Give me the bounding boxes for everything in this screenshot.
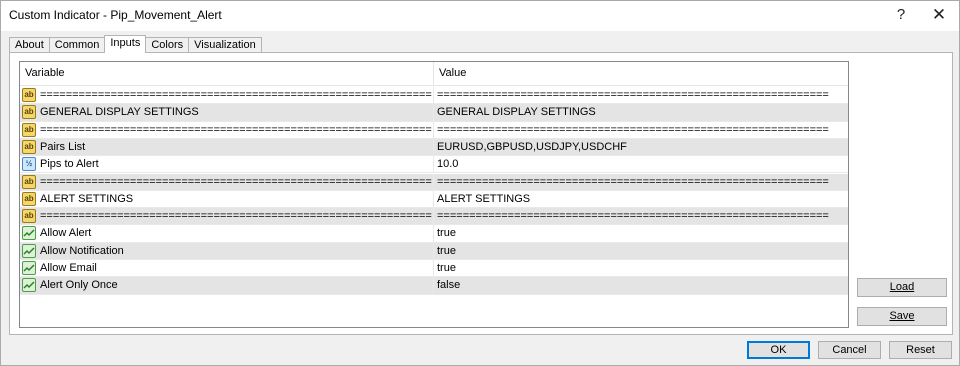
table-row[interactable]: Allow Notification true: [20, 242, 848, 260]
double-type-icon: ½: [22, 157, 36, 172]
table-row[interactable]: Allow Alert true: [20, 225, 848, 243]
variable-name: Allow Notification: [40, 244, 124, 257]
value-field[interactable]: ALERT SETTINGS: [437, 191, 847, 208]
variable-name: Allow Email: [40, 262, 97, 274]
value-field[interactable]: EURUSD,GBPUSD,USDJPY,USDCHF: [437, 139, 847, 156]
inputs-panel: Variable Value ab =======================…: [9, 52, 953, 335]
value-field[interactable]: ========================================…: [437, 87, 847, 104]
window-title: Custom Indicator - Pip_Movement_Alert: [9, 8, 222, 22]
column-divider: [433, 242, 434, 259]
variable-name: Pips to Alert: [40, 158, 99, 171]
load-label: Load: [889, 281, 915, 293]
column-divider: [433, 277, 434, 294]
indicator-dialog: Custom Indicator - Pip_Movement_Alert ? …: [0, 0, 960, 366]
column-divider: [433, 138, 434, 156]
load-button[interactable]: Load: [857, 278, 947, 297]
tab-about[interactable]: About: [9, 37, 50, 53]
value-field[interactable]: ========================================…: [437, 174, 847, 191]
value-field[interactable]: true: [437, 260, 847, 277]
tab-strip: About Common Inputs Colors Visualization: [9, 35, 262, 53]
bool-type-icon: [22, 243, 36, 258]
column-divider: [433, 173, 434, 190]
column-header-variable[interactable]: Variable: [20, 62, 65, 86]
save-label: Save: [889, 310, 915, 322]
column-divider: [433, 156, 434, 173]
bool-type-icon: [22, 261, 36, 275]
string-type-icon: ab: [22, 88, 36, 102]
bool-type-icon: [22, 278, 36, 293]
column-divider: [433, 208, 434, 225]
variable-name: ========================================…: [40, 210, 432, 223]
table-row[interactable]: ab ======================================…: [20, 87, 848, 105]
variable-name: Pairs List: [40, 140, 86, 153]
help-button[interactable]: ?: [883, 1, 919, 31]
table-row[interactable]: Alert Only Once false: [20, 277, 848, 295]
cancel-button[interactable]: Cancel: [818, 341, 881, 359]
variable-name: ALERT SETTINGS: [40, 192, 134, 205]
table-row[interactable]: ab GENERAL DISPLAY SETTINGS GENERAL DISPLA…: [20, 104, 848, 122]
variable-name: Allow Alert: [40, 227, 92, 240]
string-type-icon: ab: [22, 174, 36, 189]
table-row[interactable]: ab ======================================…: [20, 173, 848, 191]
bool-type-icon: [22, 226, 36, 241]
column-divider: [433, 190, 434, 208]
column-divider: [433, 87, 434, 104]
grid-header: Variable Value: [20, 62, 848, 86]
value-field[interactable]: true: [437, 225, 847, 242]
string-type-icon: ab: [22, 105, 36, 120]
variable-name: ========================================…: [40, 89, 432, 101]
close-button[interactable]: ✕: [921, 1, 957, 31]
value-field[interactable]: GENERAL DISPLAY SETTINGS: [437, 104, 847, 121]
value-field[interactable]: ========================================…: [437, 208, 847, 225]
value-field[interactable]: ========================================…: [437, 122, 847, 139]
variable-name: GENERAL DISPLAY SETTINGS: [40, 106, 199, 119]
reset-button[interactable]: Reset: [889, 341, 952, 359]
string-type-icon: ab: [22, 209, 36, 224]
value-field[interactable]: false: [437, 277, 847, 294]
column-divider: [433, 225, 434, 242]
variable-name: ========================================…: [40, 123, 432, 136]
table-row[interactable]: Allow Email true: [20, 260, 848, 278]
string-type-icon: ab: [22, 191, 36, 206]
title-bar: Custom Indicator - Pip_Movement_Alert ? …: [1, 1, 959, 31]
inputs-grid[interactable]: Variable Value ab =======================…: [19, 61, 849, 328]
table-row[interactable]: ab ======================================…: [20, 121, 848, 139]
variable-name: ========================================…: [40, 175, 432, 188]
variable-name: Alert Only Once: [40, 279, 118, 292]
table-row[interactable]: ab ALERT SETTINGS ALERT SETTINGS: [20, 190, 848, 209]
tab-visualization[interactable]: Visualization: [188, 37, 262, 53]
ok-button[interactable]: OK: [747, 341, 810, 359]
save-button[interactable]: Save: [857, 307, 947, 326]
table-row[interactable]: ab ======================================…: [20, 208, 848, 226]
column-divider: [433, 260, 434, 277]
column-divider: [433, 104, 434, 121]
column-divider: [433, 121, 434, 138]
tab-inputs[interactable]: Inputs: [104, 35, 147, 53]
string-type-icon: ab: [22, 122, 36, 137]
tab-colors[interactable]: Colors: [145, 37, 190, 53]
string-type-icon: ab: [22, 139, 36, 154]
table-row[interactable]: ½ Pips to Alert 10.0: [20, 156, 848, 174]
column-header-value[interactable]: Value: [434, 62, 466, 86]
value-field[interactable]: 10.0: [437, 156, 847, 173]
tab-common[interactable]: Common: [48, 37, 106, 53]
value-field[interactable]: true: [437, 243, 847, 260]
table-row[interactable]: ab Pairs List EURUSD,GBPUSD,USDJPY,USDCHF: [20, 138, 848, 157]
